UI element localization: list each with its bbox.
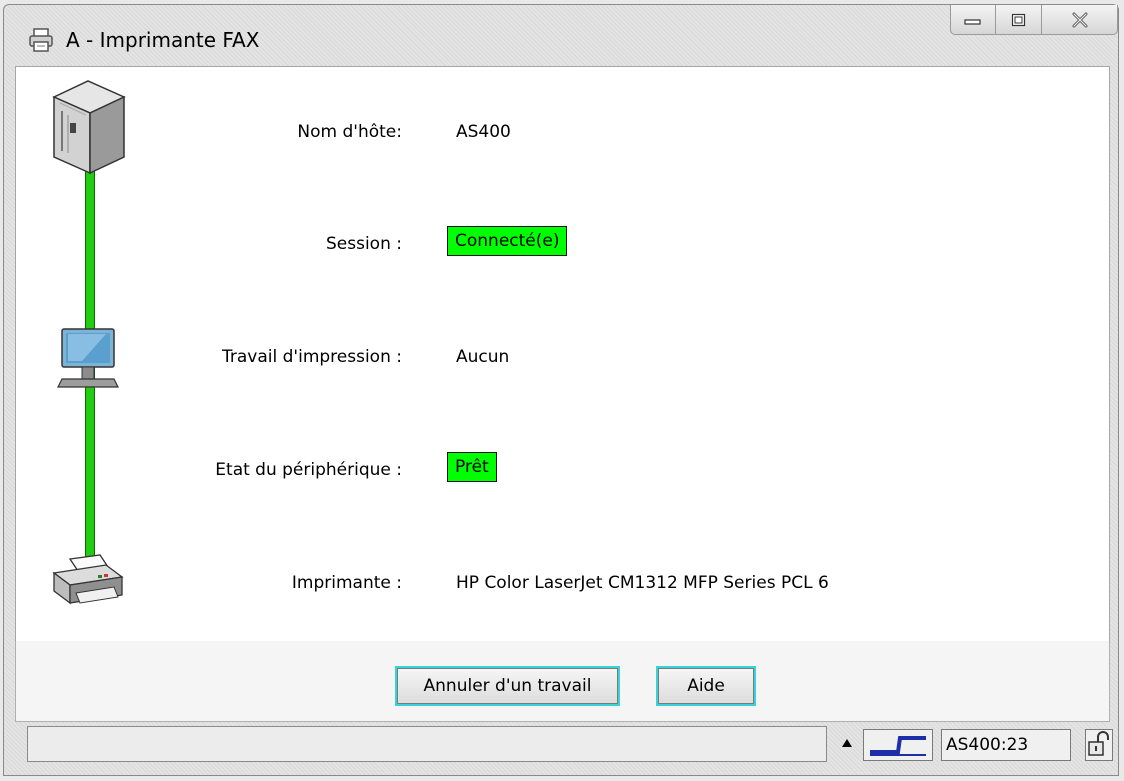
status-panel: Nom d'hôte: AS400 Session : Connecté(e) … <box>15 66 1110 642</box>
window-controls <box>950 5 1118 37</box>
close-button[interactable] <box>1042 5 1118 35</box>
expand-up-icon[interactable] <box>842 739 852 747</box>
button-bar: Annuler d'un travail Aide <box>15 641 1110 722</box>
printer-label: Imprimante : <box>291 573 402 593</box>
print-job-label: Travail d'impression : <box>222 347 402 367</box>
lock-indicator[interactable] <box>1085 729 1113 761</box>
printer-value: HP Color LaserJet CM1312 MFP Series PCL … <box>456 573 829 593</box>
session-status-badge: Connecté(e) <box>447 226 568 256</box>
help-button[interactable]: Aide <box>656 666 756 706</box>
lock-icon <box>1088 731 1109 756</box>
host-port-field: AS400:23 <box>941 729 1071 761</box>
minimize-button[interactable] <box>950 5 996 35</box>
session-label: Session : <box>326 234 402 254</box>
status-bar: AS400:23 <box>27 726 1117 766</box>
printer-icon <box>29 28 53 52</box>
connection-icon <box>870 736 926 756</box>
title-bar[interactable]: A - Imprimante FAX <box>4 5 1118 65</box>
connection-indicator <box>863 729 933 761</box>
device-state-badge: Prêt <box>447 452 497 482</box>
window-title: A - Imprimante FAX <box>66 28 260 52</box>
print-job-value: Aucun <box>456 347 510 367</box>
device-state-label: Etat du périphérique : <box>215 460 402 480</box>
fax-printer-window: A - Imprimante FAX Nom d'hôte: AS400 Ses… <box>3 4 1119 776</box>
minimize-icon <box>964 18 981 25</box>
maximize-button[interactable] <box>996 5 1042 35</box>
close-icon <box>1072 12 1087 27</box>
host-name-value: AS400 <box>456 122 511 142</box>
cancel-job-button[interactable]: Annuler d'un travail <box>395 666 620 706</box>
host-name-label: Nom d'hôte: <box>297 122 402 142</box>
connection-line-printer <box>85 385 95 567</box>
status-message <box>27 726 827 762</box>
maximize-icon <box>1011 13 1025 26</box>
